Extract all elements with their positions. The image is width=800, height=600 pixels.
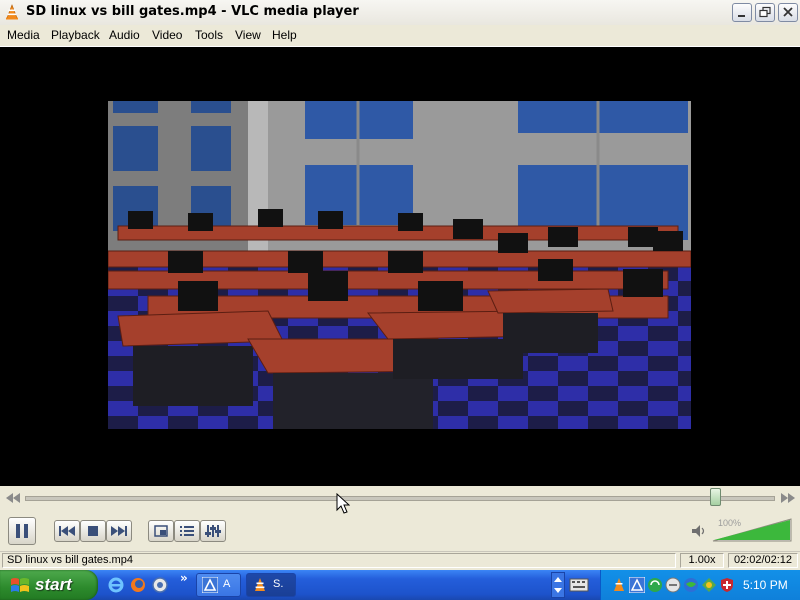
status-speed[interactable]: 1.00x <box>680 553 724 568</box>
windows-logo-icon <box>11 578 29 592</box>
previous-button[interactable] <box>54 520 80 542</box>
window-title: SD linux vs bill gates.mp4 - VLC media p… <box>26 4 359 19</box>
keyboard-icon[interactable] <box>569 576 589 594</box>
vlc-tray-icon[interactable] <box>611 577 627 593</box>
app-tray-icon[interactable] <box>629 577 645 593</box>
update-tray-icon[interactable] <box>701 577 717 593</box>
status-bar: SD linux vs bill gates.mp4 1.00x 02:02/0… <box>0 551 800 571</box>
taskbar-task-a[interactable]: A <box>196 573 241 597</box>
status-filename: SD linux vs bill gates.mp4 <box>2 553 676 568</box>
vlc-cone-icon <box>6 4 18 20</box>
minimize-icon <box>738 15 745 17</box>
playlist-button[interactable] <box>174 520 200 542</box>
vlc-icon <box>255 578 265 591</box>
mouse-cursor-icon <box>336 493 350 514</box>
stop-button[interactable] <box>80 520 106 542</box>
taskbar: start » A S. 5:10 PM <box>0 570 800 600</box>
extended-settings-button[interactable] <box>200 520 226 542</box>
next-icon <box>111 526 127 536</box>
chat-tray-icon[interactable] <box>665 577 681 593</box>
menu-view[interactable]: View <box>235 28 261 42</box>
clock: 5:10 PM <box>743 578 788 592</box>
menu-video[interactable]: Video <box>152 28 182 42</box>
internet-explorer-icon[interactable] <box>108 577 124 593</box>
fast-forward-icon[interactable] <box>780 492 796 504</box>
menu-bar: Media Playback Audio Video Tools View He… <box>0 25 800 47</box>
menu-playback[interactable]: Playback <box>51 28 100 42</box>
network-tray-icon[interactable] <box>647 577 663 593</box>
pause-button[interactable] <box>8 517 36 545</box>
taskbar-task-vlc[interactable]: S. <box>246 573 296 597</box>
fullscreen-icon <box>154 525 168 537</box>
fullscreen-button[interactable] <box>148 520 174 542</box>
scroll-arrows-icon <box>554 577 562 593</box>
security-shield-icon[interactable] <box>719 577 735 593</box>
equalizer-icon <box>205 525 221 537</box>
speaker-icon[interactable] <box>691 524 707 538</box>
firefox-icon[interactable] <box>130 577 146 593</box>
globe-tray-icon[interactable] <box>683 577 699 593</box>
menu-help[interactable]: Help <box>272 28 297 42</box>
volume-slider[interactable] <box>712 518 792 542</box>
playlist-icon <box>180 526 194 536</box>
rewind-icon[interactable] <box>5 492 21 504</box>
stop-icon <box>88 526 98 536</box>
menu-tools[interactable]: Tools <box>195 28 223 42</box>
close-button[interactable] <box>778 3 798 22</box>
start-label: start <box>35 575 72 594</box>
classroom-scene-image <box>108 101 691 429</box>
quicklaunch-chevron-icon[interactable]: » <box>180 571 188 585</box>
restore-icon <box>759 6 771 18</box>
taskbar-scroll[interactable] <box>551 572 565 598</box>
video-frame[interactable] <box>108 101 691 429</box>
menu-audio[interactable]: Audio <box>109 28 140 42</box>
seek-bar[interactable] <box>25 496 775 501</box>
pause-icon <box>16 524 28 538</box>
status-time[interactable]: 02:02/02:12 <box>728 553 798 568</box>
app-icon <box>202 577 218 593</box>
restore-button[interactable] <box>755 3 775 22</box>
menu-media[interactable]: Media <box>7 28 40 42</box>
minimize-button[interactable] <box>732 3 752 22</box>
next-button[interactable] <box>106 520 132 542</box>
task-label: S. <box>273 578 284 590</box>
start-button[interactable]: start <box>0 570 98 600</box>
previous-icon <box>59 526 75 536</box>
close-icon <box>783 7 793 17</box>
seek-handle[interactable] <box>710 488 721 506</box>
title-bar: SD linux vs bill gates.mp4 - VLC media p… <box>0 0 800 26</box>
browser-icon[interactable] <box>152 577 168 593</box>
task-label: A <box>223 578 231 590</box>
